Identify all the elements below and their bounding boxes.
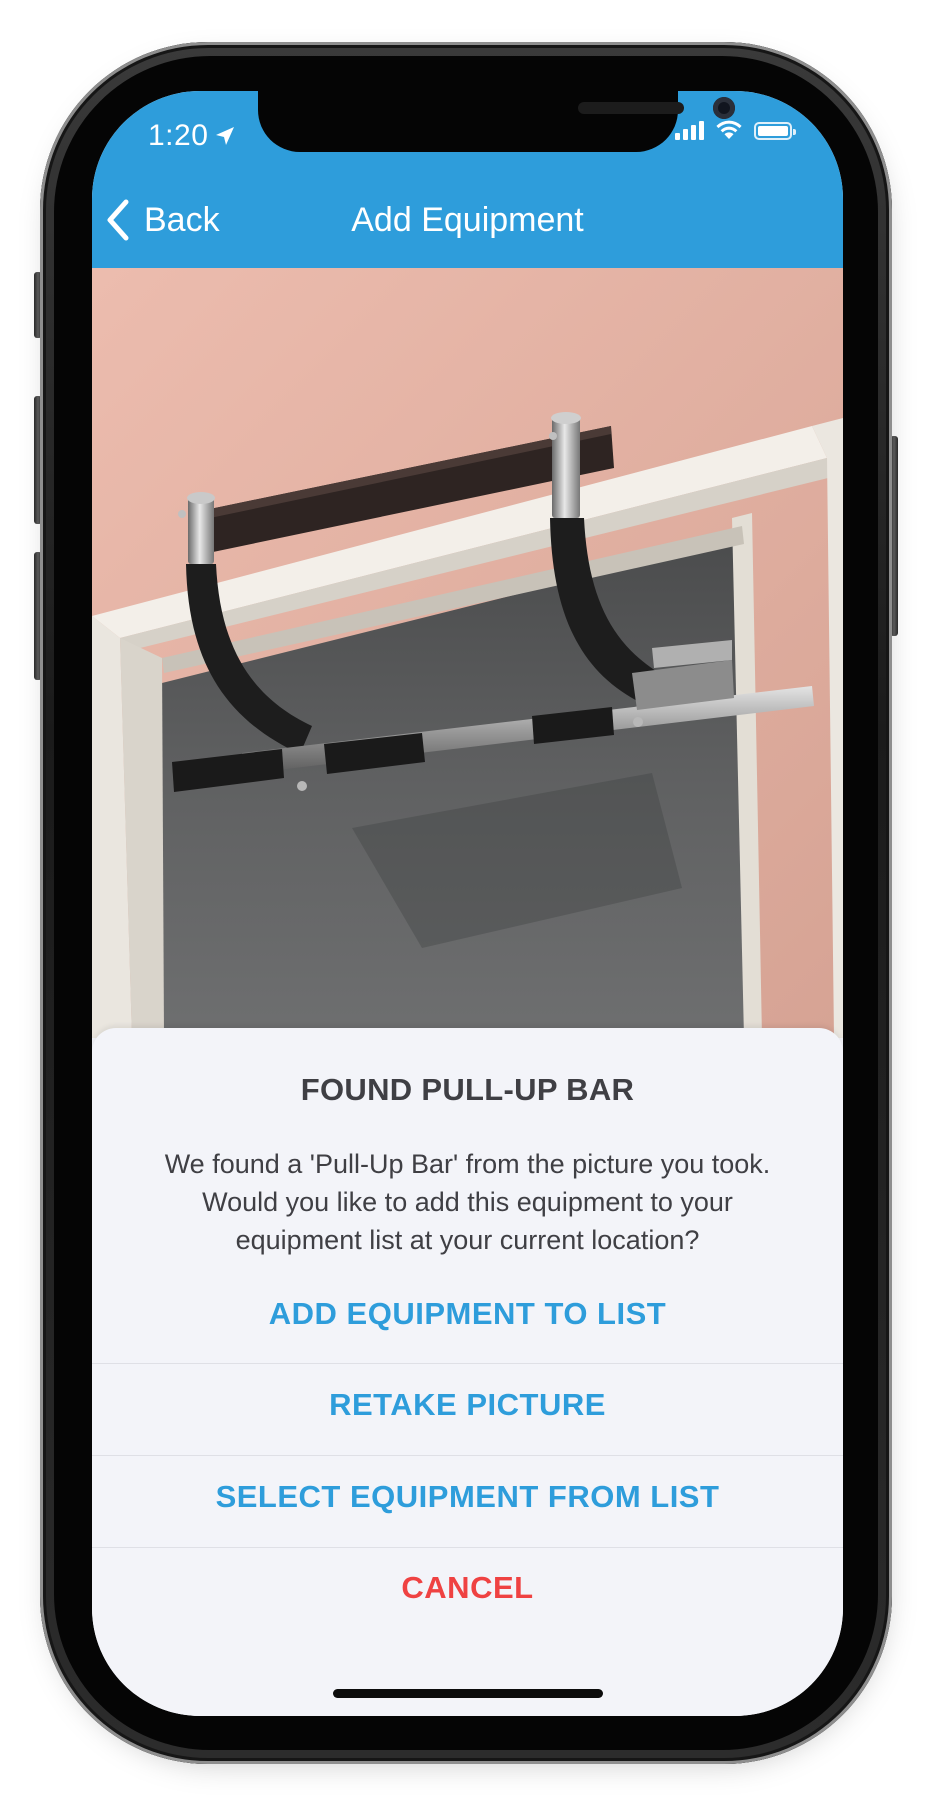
front-camera [713,97,735,119]
phone-screen: 1:20 Back Add Equipment FOUND PULL-UP BA… [92,91,843,1716]
select-equipment-button[interactable]: SELECT EQUIPMENT FROM LIST [92,1451,843,1542]
battery-icon [754,122,796,140]
device-notch [258,91,735,152]
sheet-message-line-1: We found a 'Pull-Up Bar' from the pictur… [164,1149,771,1179]
cancel-button[interactable]: CANCEL [92,1542,843,1633]
pull-up-bar-image [92,268,843,1038]
sheet-message-line-3: equipment list at your current location? [235,1225,700,1255]
add-equipment-button[interactable]: ADD EQUIPMENT TO LIST [92,1268,843,1359]
captured-photo [92,268,843,1038]
page-title: Add Equipment [351,201,584,239]
speaker-grille [578,102,684,114]
location-arrow-icon [216,127,234,145]
sheet-message: We found a 'Pull-Up Bar' from the pictur… [142,1145,793,1259]
sheet-title: FOUND PULL-UP BAR [300,1072,635,1107]
sheet-message-line-2: Would you like to add this equipment to … [202,1187,733,1217]
cellular-signal-icon [675,120,704,140]
home-indicator[interactable] [333,1689,603,1698]
status-time: 1:20 [148,119,209,152]
status-icons [675,119,796,140]
action-sheet: FOUND PULL-UP BAR We found a 'Pull-Up Ba… [92,1028,843,1716]
wifi-icon [716,120,742,139]
retake-picture-button[interactable]: RETAKE PICTURE [92,1359,843,1450]
navigation-bar: 1:20 Back Add Equipment [92,91,843,268]
